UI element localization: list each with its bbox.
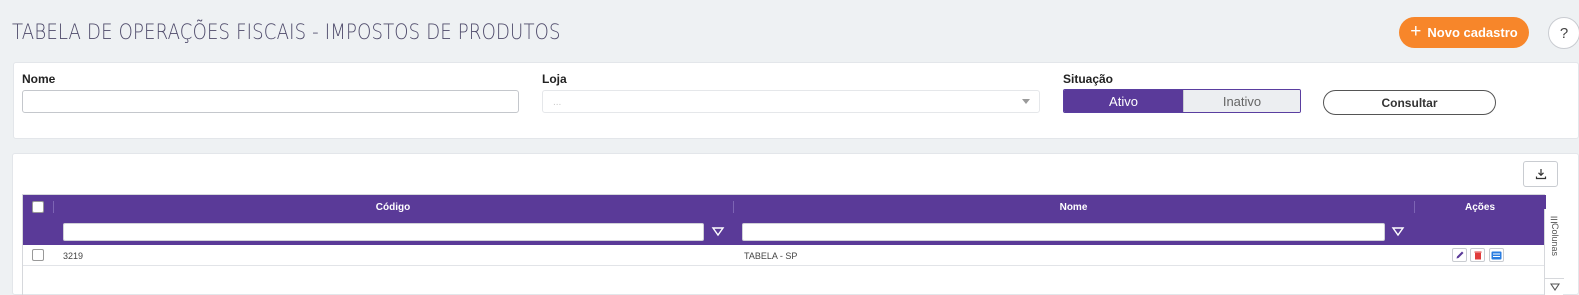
columns-panel-label: Colunas xyxy=(1550,223,1560,257)
row-checkbox[interactable] xyxy=(32,249,44,261)
detail-icon xyxy=(1491,251,1502,259)
nome-input[interactable] xyxy=(22,90,519,113)
column-header-codigo[interactable]: Código xyxy=(53,195,733,219)
select-all-checkbox[interactable] xyxy=(32,201,44,213)
export-button[interactable] xyxy=(1523,161,1558,187)
filter-panel: Nome Loja ... Situação Ativo Inativo Con… xyxy=(13,62,1579,139)
nome-label: Nome xyxy=(22,72,56,86)
consult-button[interactable]: Consultar xyxy=(1323,90,1496,115)
columns-panel-tab[interactable]: ☰ Colunas xyxy=(1545,209,1564,279)
edit-button[interactable] xyxy=(1452,248,1467,262)
loja-placeholder: ... xyxy=(553,97,562,108)
filter-icon[interactable] xyxy=(711,226,725,238)
table-row: 3219 TABELA - SP xyxy=(23,245,1546,266)
grid-panel: Código Nome Ações 3219 TABELA - SP ☰ Col… xyxy=(12,153,1579,295)
filter-icon[interactable] xyxy=(1391,226,1405,238)
chevron-down-icon xyxy=(1022,99,1030,104)
new-record-label: Novo cadastro xyxy=(1427,25,1518,40)
delete-button[interactable] xyxy=(1470,248,1485,262)
edit-icon xyxy=(1456,251,1463,259)
situacao-inativo-button[interactable]: Inativo xyxy=(1183,90,1300,112)
detail-button[interactable] xyxy=(1489,248,1504,262)
situacao-ativo-button[interactable]: Ativo xyxy=(1064,90,1183,112)
situacao-toggle: Ativo Inativo xyxy=(1063,89,1301,113)
select-all-cell xyxy=(23,195,53,219)
filter-row xyxy=(23,219,1546,245)
codigo-filter-input[interactable] xyxy=(63,223,704,241)
help-button[interactable]: ? xyxy=(1548,17,1579,49)
data-grid: Código Nome Ações 3219 TABELA - SP xyxy=(22,194,1546,295)
grid-header: Código Nome Ações xyxy=(23,195,1546,219)
download-icon xyxy=(1535,169,1546,180)
row-nome: TABELA - SP xyxy=(744,251,798,261)
situacao-label: Situação xyxy=(1063,72,1114,86)
page-title: TABELA DE OPERAÇÕES FISCAIS - IMPOSTOS D… xyxy=(12,20,561,44)
nome-filter-input[interactable] xyxy=(742,223,1385,241)
filter-icon[interactable] xyxy=(1550,283,1560,292)
column-header-acoes: Ações xyxy=(1464,201,1495,213)
row-codigo: 3219 xyxy=(63,251,84,261)
loja-select[interactable]: ... xyxy=(542,90,1040,113)
column-header-nome[interactable]: Nome xyxy=(733,195,1414,219)
plus-icon: + xyxy=(1410,21,1422,42)
new-record-button[interactable]: + Novo cadastro xyxy=(1399,17,1529,48)
grid-side-panel: ☰ Colunas xyxy=(1544,209,1564,295)
loja-label: Loja xyxy=(542,72,567,86)
delete-icon xyxy=(1474,251,1481,260)
